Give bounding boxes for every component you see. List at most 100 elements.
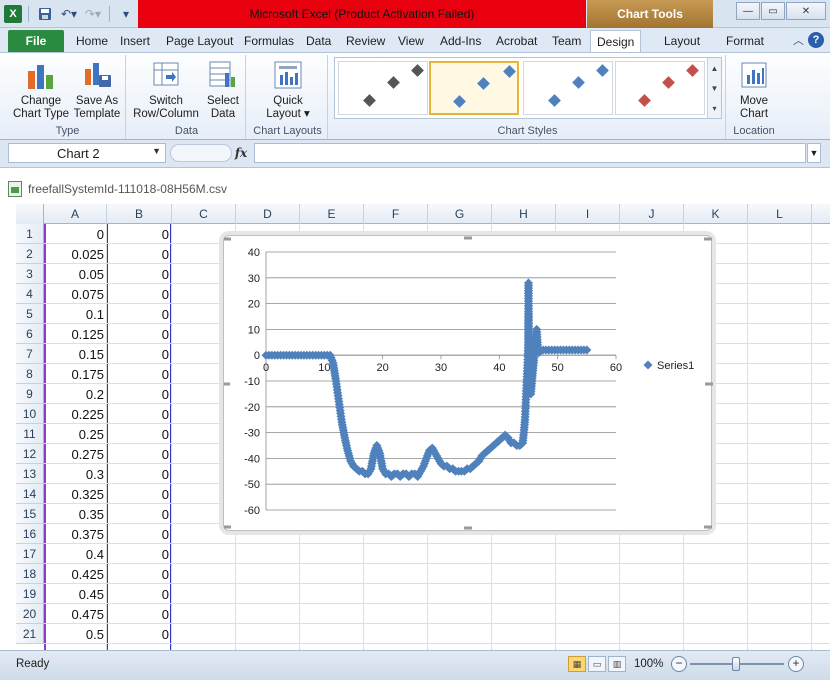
select-data-button[interactable]: Select Data <box>202 57 244 121</box>
cell-b[interactable]: 0 <box>107 524 172 544</box>
column-header-e[interactable]: E <box>300 204 364 224</box>
column-header-i[interactable]: I <box>556 204 620 224</box>
cell-a[interactable]: 0.5 <box>44 624 107 644</box>
name-box[interactable]: Chart 2 ▼ <box>8 143 166 163</box>
cell-b[interactable]: 0 <box>107 324 172 344</box>
column-header-b[interactable]: B <box>107 204 172 224</box>
tab-data[interactable]: Data <box>300 30 337 52</box>
row-header[interactable]: 13 <box>16 464 44 484</box>
page-break-preview-icon[interactable]: ▥ <box>608 656 626 672</box>
minimize-icon[interactable]: — <box>736 2 760 20</box>
cell-a[interactable]: 0.1 <box>44 304 107 324</box>
cell-a[interactable]: 0.025 <box>44 244 107 264</box>
cell-b[interactable]: 0 <box>107 384 172 404</box>
cell-a[interactable]: 0.475 <box>44 604 107 624</box>
row-header[interactable]: 8 <box>16 364 44 384</box>
close-icon[interactable]: ✕ <box>786 2 826 20</box>
tab-view[interactable]: View <box>392 30 430 52</box>
page-layout-view-icon[interactable]: ▭ <box>588 656 606 672</box>
row-header[interactable]: 11 <box>16 424 44 444</box>
formula-bar-resize-handle[interactable] <box>170 144 232 162</box>
column-header-a[interactable]: A <box>44 204 107 224</box>
cell-a[interactable]: 0.325 <box>44 484 107 504</box>
maximize-icon[interactable]: ▭ <box>761 2 785 20</box>
row-header[interactable]: 4 <box>16 284 44 304</box>
cell-b[interactable]: 0 <box>107 224 172 244</box>
tab-layout[interactable]: Layout <box>658 30 706 52</box>
cell-a[interactable]: 0.05 <box>44 264 107 284</box>
chart-style-4[interactable] <box>615 61 705 115</box>
row-header[interactable]: 20 <box>16 604 44 624</box>
row-header[interactable]: 7 <box>16 344 44 364</box>
tab-add-ins[interactable]: Add-Ins <box>434 30 487 52</box>
cell-b[interactable]: 0 <box>107 344 172 364</box>
cell-a[interactable]: 0.175 <box>44 364 107 384</box>
scroll-up-icon[interactable]: ▲ <box>711 64 719 73</box>
tab-design[interactable]: Design <box>590 30 642 52</box>
change-chart-type-button[interactable]: Change Chart Type <box>12 57 70 121</box>
save-as-template-button[interactable]: Save As Template <box>70 57 124 121</box>
tab-acrobat[interactable]: Acrobat <box>490 30 543 52</box>
cell-a[interactable]: 0.15 <box>44 344 107 364</box>
customize-qat-icon[interactable]: ▾ <box>116 4 136 24</box>
row-header[interactable]: 12 <box>16 444 44 464</box>
cell-b[interactable]: 0 <box>107 624 172 644</box>
zoom-out-icon[interactable]: − <box>671 656 687 672</box>
minimize-ribbon-icon[interactable]: ︿ <box>793 32 804 48</box>
help-icon[interactable]: ? <box>808 32 824 48</box>
row-header[interactable]: 17 <box>16 544 44 564</box>
row-header[interactable]: 21 <box>16 624 44 644</box>
cell-a[interactable]: 0.3 <box>44 464 107 484</box>
excel-logo-icon[interactable]: X <box>4 5 22 23</box>
row-header[interactable]: 19 <box>16 584 44 604</box>
row-header[interactable]: 5 <box>16 304 44 324</box>
chart-object[interactable]: 40 30 20 10 0 -10 -20 -30 -40 -50 -60 0 10 20 30 40 50 60… <box>223 235 713 531</box>
cell-a[interactable]: 0.45 <box>44 584 107 604</box>
save-icon[interactable] <box>35 4 55 24</box>
chart-style-1[interactable] <box>338 61 428 115</box>
column-header-d[interactable]: D <box>236 204 300 224</box>
row-header[interactable]: 14 <box>16 484 44 504</box>
cell-a[interactable]: 0 <box>44 224 107 244</box>
column-header-h[interactable]: H <box>492 204 556 224</box>
row-header[interactable]: 1 <box>16 224 44 244</box>
redo-icon[interactable]: ↷▾ <box>83 4 103 24</box>
cell-a[interactable]: 0.225 <box>44 404 107 424</box>
formula-input[interactable] <box>254 143 806 163</box>
cell-b[interactable]: 0 <box>107 264 172 284</box>
cell-b[interactable]: 0 <box>107 604 172 624</box>
zoom-level[interactable]: 100% <box>634 658 663 670</box>
cell-b[interactable]: 0 <box>107 484 172 504</box>
tab-formulas[interactable]: Formulas <box>238 30 300 52</box>
column-header-k[interactable]: K <box>684 204 748 224</box>
cell-b[interactable]: 0 <box>107 304 172 324</box>
tab-team[interactable]: Team <box>546 30 587 52</box>
chart-style-2[interactable] <box>429 61 519 115</box>
column-header-l[interactable]: L <box>748 204 812 224</box>
row-header[interactable]: 18 <box>16 564 44 584</box>
switch-row-column-button[interactable]: Switch Row/Column <box>130 57 202 121</box>
cell-a[interactable]: 0.275 <box>44 444 107 464</box>
cell-b[interactable]: 0 <box>107 584 172 604</box>
cell-b[interactable]: 0 <box>107 444 172 464</box>
zoom-slider-thumb[interactable] <box>732 657 740 671</box>
row-header[interactable]: 16 <box>16 524 44 544</box>
row-header[interactable]: 9 <box>16 384 44 404</box>
gallery-scrollbar[interactable]: ▲ ▼ ▾ <box>707 58 721 118</box>
cell-a[interactable]: 0.075 <box>44 284 107 304</box>
row-header[interactable]: 3 <box>16 264 44 284</box>
zoom-in-icon[interactable]: + <box>788 656 804 672</box>
cell-a[interactable]: 0.125 <box>44 324 107 344</box>
cell-a[interactable]: 0.4 <box>44 544 107 564</box>
cell-b[interactable]: 0 <box>107 564 172 584</box>
cell-b[interactable]: 0 <box>107 364 172 384</box>
scroll-down-icon[interactable]: ▼ <box>711 84 719 93</box>
column-header-f[interactable]: F <box>364 204 428 224</box>
cell-a[interactable]: 0.35 <box>44 504 107 524</box>
insert-function-icon[interactable]: fx <box>232 144 250 162</box>
cell-b[interactable]: 0 <box>107 424 172 444</box>
row-header[interactable]: 10 <box>16 404 44 424</box>
cell-b[interactable]: 0 <box>107 244 172 264</box>
column-header-c[interactable]: C <box>172 204 236 224</box>
tab-page-layout[interactable]: Page Layout <box>160 30 239 52</box>
